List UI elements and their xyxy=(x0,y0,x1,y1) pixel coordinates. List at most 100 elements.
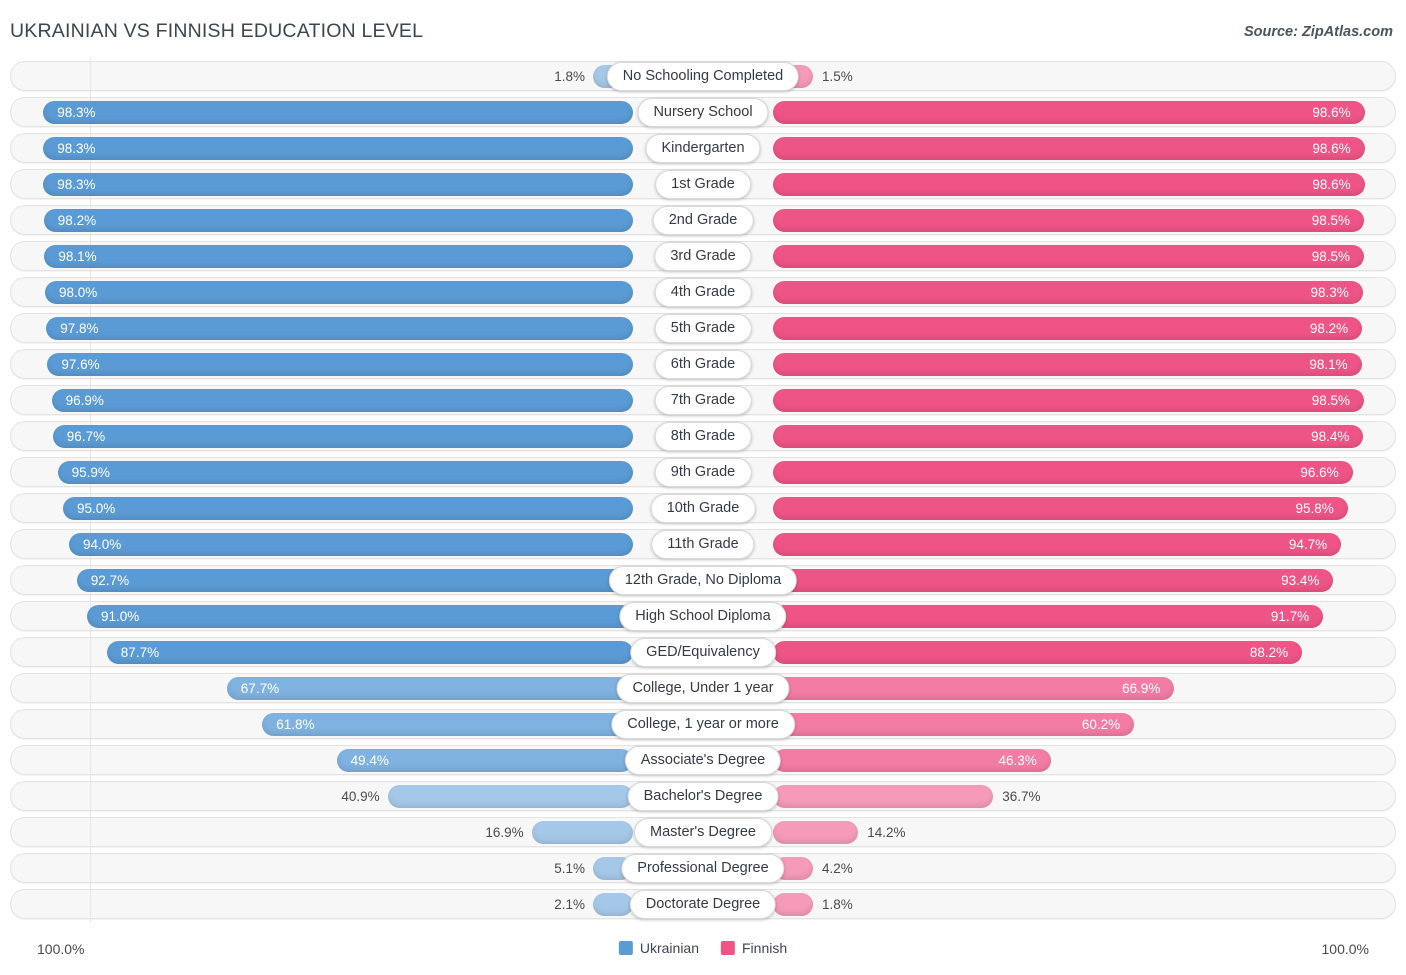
bar-ukrainian[interactable] xyxy=(69,533,633,556)
bar-ukrainian[interactable] xyxy=(76,569,633,592)
chart-row[interactable]: 94.0% 94.7% 11th Grade xyxy=(0,526,1406,562)
category-label-pill[interactable]: Kindergarten xyxy=(645,134,761,163)
bar-ukrainian[interactable] xyxy=(47,353,633,376)
category-label-pill[interactable]: 1st Grade xyxy=(655,170,751,199)
chart-row[interactable]: 91.0% 91.7% High School Diploma xyxy=(0,598,1406,634)
chart-row[interactable]: 97.8% 98.2% 5th Grade xyxy=(0,310,1406,346)
category-label-pill[interactable]: High School Diploma xyxy=(619,602,787,631)
category-label-pill[interactable]: 12th Grade, No Diploma xyxy=(608,566,798,595)
chart-row[interactable]: 98.1% 98.5% 3rd Grade xyxy=(0,238,1406,274)
chart-legend: Ukrainian Finnish xyxy=(618,940,787,956)
bar-ukrainian[interactable] xyxy=(44,245,633,268)
bar-ukrainian[interactable] xyxy=(51,389,633,412)
bar-ukrainian[interactable] xyxy=(45,281,633,304)
chart-row[interactable]: 96.7% 98.4% 8th Grade xyxy=(0,418,1406,454)
category-label-pill[interactable]: 11th Grade xyxy=(651,530,755,559)
category-label-pill[interactable]: 4th Grade xyxy=(654,278,752,307)
category-label-pill[interactable]: College, 1 year or more xyxy=(611,710,795,739)
bar-finnish[interactable] xyxy=(773,137,1365,160)
category-label-pill[interactable]: Master's Degree xyxy=(634,818,772,847)
bar-ukrainian[interactable] xyxy=(43,209,633,232)
bar-ukrainian[interactable] xyxy=(52,425,633,448)
bar-ukrainian[interactable] xyxy=(63,497,633,520)
category-label-pill[interactable]: Professional Degree xyxy=(621,854,785,883)
chart-row[interactable]: 98.3% 98.6% Kindergarten xyxy=(0,130,1406,166)
chart-row[interactable]: 98.2% 98.5% 2nd Grade xyxy=(0,202,1406,238)
category-label-pill[interactable]: 5th Grade xyxy=(654,314,752,343)
bar-ukrainian[interactable] xyxy=(593,893,633,916)
category-label-pill[interactable]: Bachelor's Degree xyxy=(627,782,779,811)
bar-finnish[interactable] xyxy=(773,281,1363,304)
legend-item-finnish[interactable]: Finnish xyxy=(721,940,787,956)
chart-row[interactable]: 96.9% 98.5% 7th Grade xyxy=(0,382,1406,418)
category-label-pill[interactable]: Nursery School xyxy=(637,98,769,127)
bar-ukrainian[interactable] xyxy=(106,641,633,664)
value-label-finnish: 95.8% xyxy=(1295,501,1334,516)
chart-row[interactable]: 67.7% 66.9% College, Under 1 year xyxy=(0,670,1406,706)
chart-row[interactable]: 40.9% 36.7% Bachelor's Degree xyxy=(0,778,1406,814)
category-label-pill[interactable]: 10th Grade xyxy=(650,494,756,523)
bar-left-wrapper xyxy=(0,605,633,628)
value-label-ukrainian: 40.9% xyxy=(341,789,380,804)
category-label-pill[interactable]: 7th Grade xyxy=(654,386,752,415)
category-label-pill[interactable]: Doctorate Degree xyxy=(629,890,777,919)
bar-ukrainian[interactable] xyxy=(46,317,633,340)
chart-row[interactable]: 92.7% 93.4% 12th Grade, No Diploma xyxy=(0,562,1406,598)
chart-row[interactable]: 5.1% 4.2% Professional Degree xyxy=(0,850,1406,886)
bar-ukrainian[interactable] xyxy=(87,605,633,628)
bar-ukrainian[interactable] xyxy=(43,101,633,124)
chart-row[interactable]: 98.3% 98.6% Nursery School xyxy=(0,94,1406,130)
bar-ukrainian[interactable] xyxy=(531,821,633,844)
bar-finnish[interactable] xyxy=(773,569,1334,592)
bar-finnish[interactable] xyxy=(773,605,1324,628)
bar-ukrainian[interactable] xyxy=(226,677,633,700)
bar-finnish[interactable] xyxy=(773,389,1364,412)
bar-finnish[interactable] xyxy=(773,209,1364,232)
value-label-ukrainian: 98.0% xyxy=(59,285,98,300)
bar-finnish[interactable] xyxy=(773,533,1342,556)
bar-finnish[interactable] xyxy=(773,641,1303,664)
bar-finnish[interactable] xyxy=(773,245,1364,268)
category-label-pill[interactable]: 8th Grade xyxy=(654,422,752,451)
category-label-pill[interactable]: No Schooling Completed xyxy=(606,62,800,91)
bar-finnish[interactable] xyxy=(773,461,1353,484)
bar-ukrainian[interactable] xyxy=(387,785,633,808)
category-label-pill[interactable]: Associate's Degree xyxy=(624,746,782,775)
value-label-finnish: 98.3% xyxy=(1310,285,1349,300)
category-label-pill[interactable]: 6th Grade xyxy=(654,350,752,379)
bar-finnish[interactable] xyxy=(773,101,1365,124)
value-label-finnish: 98.6% xyxy=(1312,105,1351,120)
bar-finnish[interactable] xyxy=(773,497,1348,520)
value-label-ukrainian: 2.1% xyxy=(554,897,585,912)
category-label-pill[interactable]: 2nd Grade xyxy=(652,206,754,235)
bar-finnish[interactable] xyxy=(773,425,1364,448)
category-label-pill[interactable]: 9th Grade xyxy=(654,458,752,487)
category-label-pill[interactable]: GED/Equivalency xyxy=(630,638,776,667)
bar-ukrainian[interactable] xyxy=(262,713,633,736)
chart-row[interactable]: 87.7% 88.2% GED/Equivalency xyxy=(0,634,1406,670)
chart-row[interactable]: 16.9% 14.2% Master's Degree xyxy=(0,814,1406,850)
chart-row[interactable]: 49.4% 46.3% Associate's Degree xyxy=(0,742,1406,778)
bar-finnish[interactable] xyxy=(773,821,859,844)
chart-row[interactable]: 61.8% 60.2% College, 1 year or more xyxy=(0,706,1406,742)
bar-finnish[interactable] xyxy=(773,353,1362,376)
bar-ukrainian[interactable] xyxy=(57,461,633,484)
value-label-ukrainian: 95.9% xyxy=(71,465,110,480)
category-label-pill[interactable]: 3rd Grade xyxy=(654,242,752,271)
bar-ukrainian[interactable] xyxy=(43,137,633,160)
bar-finnish[interactable] xyxy=(773,893,813,916)
legend-item-ukrainian[interactable]: Ukrainian xyxy=(618,940,699,956)
chart-row[interactable]: 95.9% 96.6% 9th Grade xyxy=(0,454,1406,490)
chart-row[interactable]: 2.1% 1.8% Doctorate Degree xyxy=(0,886,1406,922)
chart-row[interactable]: 95.0% 95.8% 10th Grade xyxy=(0,490,1406,526)
legend-label-ukrainian: Ukrainian xyxy=(639,940,699,956)
chart-row[interactable]: 97.6% 98.1% 6th Grade xyxy=(0,346,1406,382)
chart-row[interactable]: 98.3% 98.6% 1st Grade xyxy=(0,166,1406,202)
bar-ukrainian[interactable] xyxy=(43,173,633,196)
chart-row[interactable]: 1.8% 1.5% No Schooling Completed xyxy=(0,58,1406,94)
bar-finnish[interactable] xyxy=(773,317,1363,340)
bar-finnish[interactable] xyxy=(773,785,994,808)
category-label-pill[interactable]: College, Under 1 year xyxy=(616,674,790,703)
chart-row[interactable]: 98.0% 98.3% 4th Grade xyxy=(0,274,1406,310)
bar-finnish[interactable] xyxy=(773,173,1365,196)
